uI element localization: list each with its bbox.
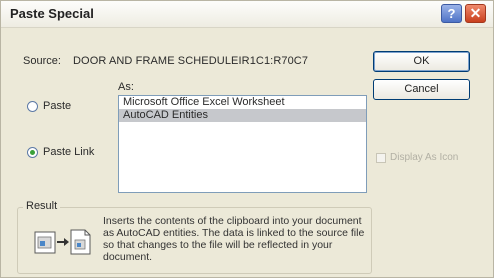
title-bar: Paste Special ? ✕ bbox=[1, 1, 493, 28]
list-item-excel-worksheet[interactable]: Microsoft Office Excel Worksheet bbox=[119, 96, 366, 109]
result-description: Inserts the contents of the clipboard in… bbox=[103, 215, 365, 263]
result-label: Result bbox=[23, 200, 61, 212]
paste-radio[interactable] bbox=[27, 100, 38, 112]
display-as-icon-checkbox bbox=[376, 152, 386, 163]
paste-link-option[interactable]: Paste Link bbox=[27, 146, 94, 158]
paste-option[interactable]: Paste bbox=[27, 100, 71, 112]
list-item-autocad-entities[interactable]: AutoCAD Entities bbox=[119, 109, 366, 122]
cancel-button[interactable]: Cancel bbox=[373, 79, 470, 100]
help-icon: ? bbox=[447, 6, 456, 21]
help-button[interactable]: ? bbox=[441, 4, 462, 23]
radio-selected-dot bbox=[30, 149, 35, 155]
paste-special-dialog: Paste Special ? ✕ Source: DOOR AND FRAME… bbox=[0, 0, 494, 278]
paste-link-radio-label[interactable]: Paste Link bbox=[43, 146, 94, 158]
paste-radio-label[interactable]: Paste bbox=[43, 100, 71, 112]
paste-link-icon bbox=[34, 229, 91, 255]
as-listbox[interactable]: Microsoft Office Excel Worksheet AutoCAD… bbox=[118, 95, 367, 193]
close-icon: ✕ bbox=[469, 5, 482, 21]
display-as-icon-label: Display As Icon bbox=[390, 152, 459, 163]
ok-button[interactable]: OK bbox=[373, 51, 470, 72]
close-button[interactable]: ✕ bbox=[465, 4, 486, 23]
as-label: As: bbox=[118, 81, 134, 93]
source-value: DOOR AND FRAME SCHEDULEIR1C1:R70C7 bbox=[73, 55, 309, 67]
dialog-title: Paste Special bbox=[10, 6, 94, 21]
paste-link-radio[interactable] bbox=[27, 146, 38, 158]
source-label: Source: bbox=[23, 55, 61, 67]
display-as-icon-option: Display As Icon bbox=[376, 152, 458, 163]
